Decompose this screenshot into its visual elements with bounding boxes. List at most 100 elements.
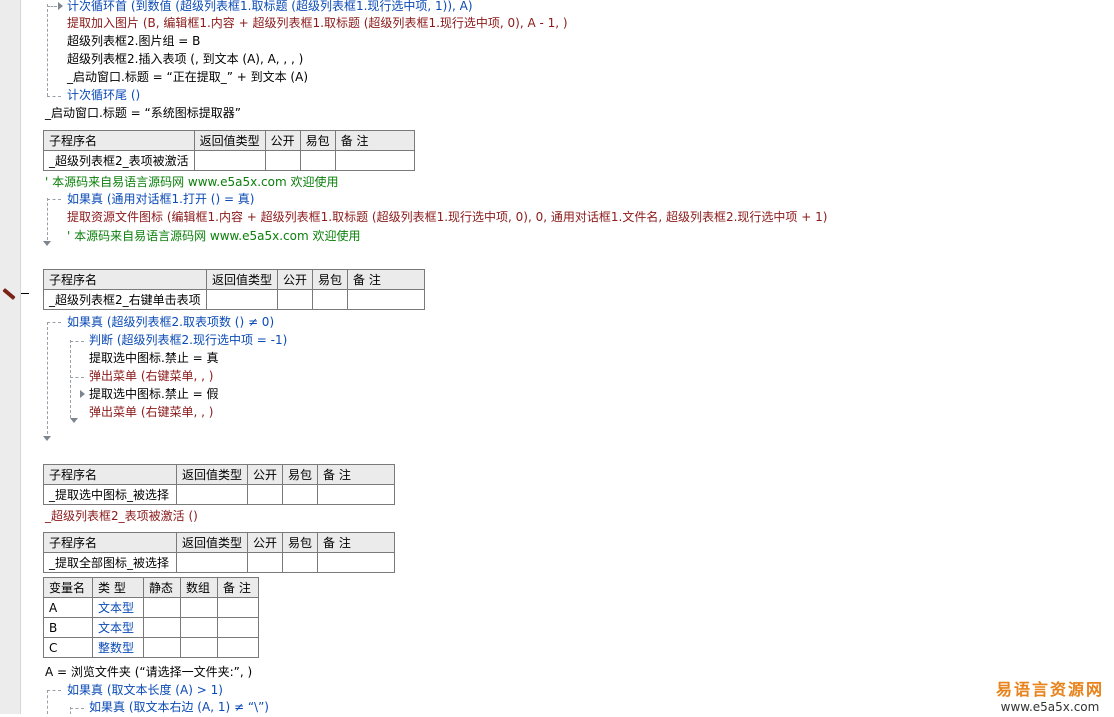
var-cell[interactable] [180,637,218,658]
sub-cell[interactable] [247,484,284,505]
col-easy: 易包 [282,464,319,485]
code-popup-2[interactable]: 弹出菜单 (右键菜单, , ) [89,404,213,422]
var-cell[interactable] [217,617,259,638]
code-loop-head[interactable]: 计次循环首 (到数值 (超级列表框1.取标题 (超级列表框1.现行选中项, 1)… [67,0,473,16]
var-type-cell[interactable]: 整数型 [92,637,144,658]
col-sub-name: 子程序名 [43,464,177,485]
var-name-cell[interactable]: C [43,637,93,658]
code-if-right[interactable]: 如果真 (取文本右边 (A, 1) ≠ “\”) [89,699,269,717]
col-note: 备 注 [317,464,396,485]
code-if-count[interactable]: 如果真 (超级列表框2.取表项数 () ≠ 0) [67,314,274,332]
sub-cell[interactable] [205,289,279,310]
var-cell[interactable] [180,617,218,638]
collapse-dash[interactable] [21,293,29,294]
sub-cell[interactable] [193,150,266,171]
sub-cell[interactable] [247,552,284,573]
code-if-len[interactable]: 如果真 (取文本长度 (A) > 1) [67,682,223,700]
col-sub-name: 子程序名 [43,269,207,290]
block-guide [70,708,84,709]
block-guide [47,96,61,97]
variable-row[interactable]: B 文本型 [43,617,259,638]
var-name-cell[interactable]: B [43,617,93,638]
var-cell[interactable] [180,597,218,618]
editor-gutter[interactable] [0,0,21,714]
code-if-open[interactable]: 如果真 (通用对话框1.打开 () = 真) [67,191,255,209]
expand-arrow-icon[interactable] [80,390,85,398]
var-cell[interactable] [143,597,181,618]
collapse-arrow-icon[interactable] [70,418,78,423]
code-imagegroup[interactable]: 超级列表框2.图片组 = B [67,33,200,51]
code-extract-icon[interactable]: 提取加入图片 (B, 编辑框1.内容 + 超级列表框1.取标题 (超级列表框1.… [67,15,568,33]
code-insert-item[interactable]: 超级列表框2.插入表项 (, 到文本 (A), A, , , ) [67,51,303,69]
sub-name-cell[interactable]: _超级列表框2_表项被激活 [43,150,195,171]
sub-cell[interactable] [282,552,319,573]
col-note: 备 注 [334,130,415,151]
col-var-static: 静态 [143,577,181,598]
col-var-array: 数组 [180,577,218,598]
code-disable-true[interactable]: 提取选中图标.禁止 = 真 [89,350,219,368]
col-public: 公开 [247,464,284,485]
col-var-name: 变量名 [43,577,93,598]
col-return-type: 返回值类型 [205,269,279,290]
sub-cell[interactable] [282,484,319,505]
col-return-type: 返回值类型 [193,130,266,151]
sub-cell[interactable] [175,552,249,573]
var-cell[interactable] [143,637,181,658]
sub-name-cell[interactable]: _提取全部图标_被选择 [43,552,177,573]
variable-table: 变量名 类 型 静态 数组 备 注 A 文本型 B 文本型 C 整数型 [43,577,259,658]
block-guide [70,341,84,342]
code-browse[interactable]: A = 浏览文件夹 (“请选择一文件夹:”, ) [45,664,252,682]
variable-row[interactable]: C 整数型 [43,637,259,658]
col-sub-name: 子程序名 [43,532,177,553]
sub-cell[interactable] [277,289,314,310]
sub-cell[interactable] [312,289,349,310]
code-title-extracting[interactable]: _启动窗口.标题 = “正在提取_” + 到文本 (A) [67,69,308,87]
sub-name-cell[interactable]: _超级列表框2_右键单击表项 [43,289,207,310]
code-comment[interactable]: ' 本源码来自易语言源码网 www.e5a5x.com 欢迎使用 [67,228,360,246]
block-guide [47,198,48,240]
collapse-arrow-icon[interactable] [43,436,51,441]
code-judge[interactable]: 判断 (超级列表框2.现行选中项 = -1) [89,332,287,350]
var-cell[interactable] [217,597,259,618]
sub-cell[interactable] [347,289,426,310]
block-guide [47,690,48,714]
col-public: 公开 [277,269,314,290]
col-return-type: 返回值类型 [175,532,249,553]
sub-cell[interactable] [264,150,301,171]
sub-name-cell[interactable]: _提取选中图标_被选择 [43,484,177,505]
code-comment[interactable]: ' 本源码来自易语言源码网 www.e5a5x.com 欢迎使用 [45,174,338,192]
code-extract-res[interactable]: 提取资源文件图标 (编辑框1.内容 + 超级列表框1.取标题 (超级列表框1.现… [67,209,827,227]
var-cell[interactable] [143,617,181,638]
site-watermark: 易语言资源网 www.e5a5x.com [996,676,1104,714]
variable-row[interactable]: A 文本型 [43,597,259,618]
code-popup-1[interactable]: 弹出菜单 (右键菜单, , ) [89,368,213,386]
var-cell[interactable] [217,637,259,658]
var-type-cell[interactable]: 文本型 [92,597,144,618]
subroutine-table-2: 子程序名 返回值类型 公开 易包 备 注 _超级列表框2_右键单击表项 [43,269,426,310]
watermark-url: www.e5a5x.com [1000,700,1100,714]
var-name-cell[interactable]: A [43,597,93,618]
sub-cell[interactable] [299,150,336,171]
var-type-cell[interactable]: 文本型 [92,617,144,638]
subroutine-table-4: 子程序名 返回值类型 公开 易包 备 注 _提取全部图标_被选择 [43,532,396,573]
sub-cell[interactable] [317,484,396,505]
watermark-title: 易语言资源网 [995,680,1104,699]
code-disable-false[interactable]: 提取选中图标.禁止 = 假 [89,386,219,404]
col-var-note: 备 注 [217,577,259,598]
code-loop-tail[interactable]: 计次循环尾 () [67,87,140,105]
block-guide [70,377,84,378]
col-return-type: 返回值类型 [175,464,249,485]
block-guide [47,690,61,691]
subroutine-table-3: 子程序名 返回值类型 公开 易包 备 注 _提取选中图标_被选择 [43,464,396,505]
col-var-type: 类 型 [92,577,144,598]
expand-arrow-icon[interactable] [58,2,63,10]
sub-cell[interactable] [175,484,249,505]
code-call-activated[interactable]: _超级列表框2_表项被激活 () [45,508,198,526]
sub-cell[interactable] [334,150,415,171]
code-title-final[interactable]: _启动窗口.标题 = “系统图标提取器” [45,105,241,123]
sub-cell[interactable] [317,552,396,573]
col-note: 备 注 [317,532,396,553]
block-guide [47,6,57,7]
block-guide [70,340,71,418]
collapse-arrow-icon[interactable] [43,241,51,246]
